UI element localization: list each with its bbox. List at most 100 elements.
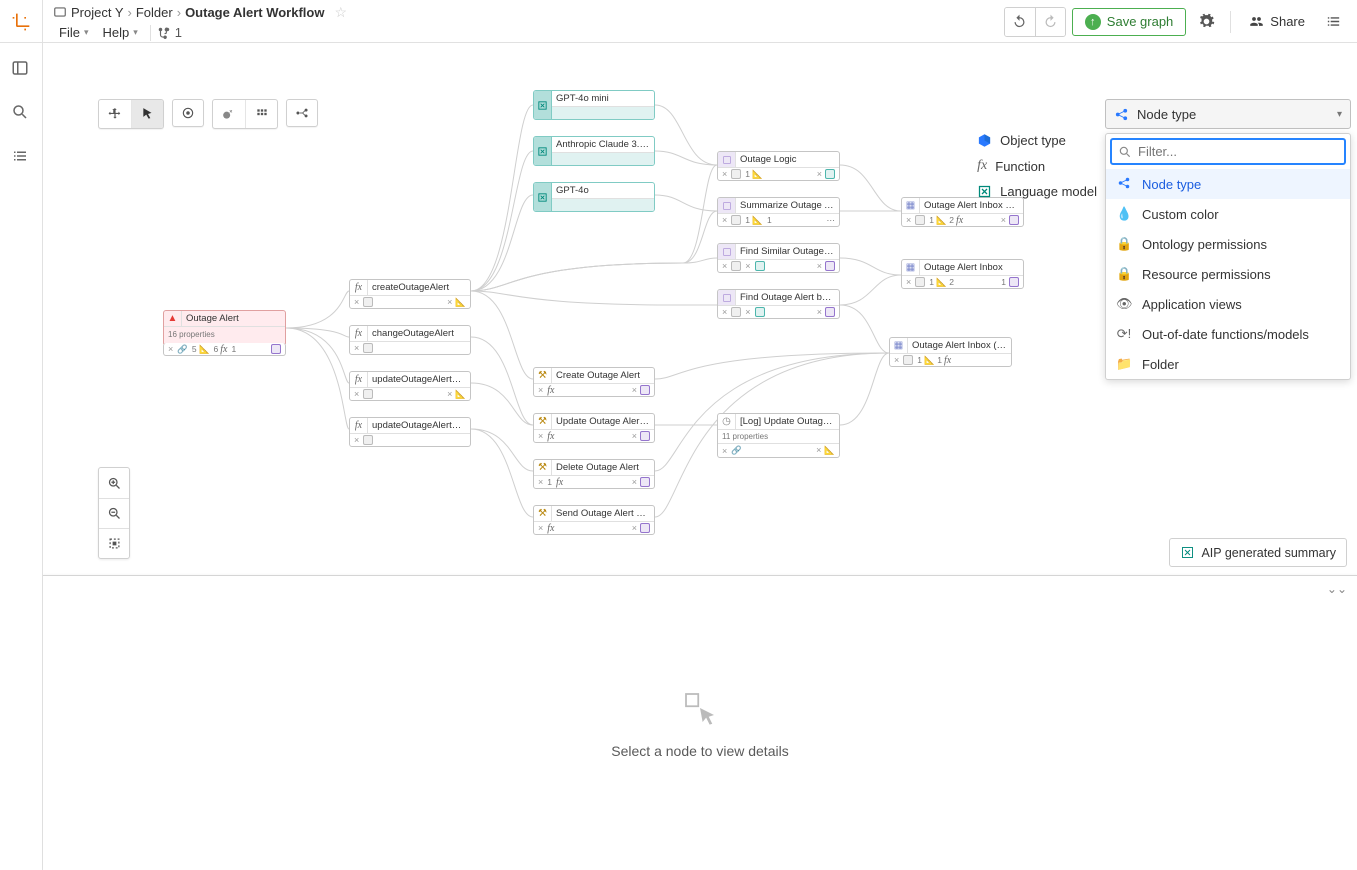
zoom-in-button[interactable]: [99, 468, 129, 498]
folder-icon: 📁: [1116, 356, 1132, 372]
option-node-type[interactable]: Node type: [1106, 169, 1350, 199]
zoom-fit-button[interactable]: [99, 528, 129, 558]
node-create-action[interactable]: ⚒Create Outage Alert ×fx×: [533, 367, 655, 397]
node-summarize[interactable]: Summarize Outage Alert Incid… ×1 📐1 ⋯: [717, 197, 840, 227]
zoom-in-icon: [107, 476, 122, 491]
legend-object-type: Object type: [977, 133, 1097, 148]
svg-text:✕: ✕: [229, 109, 233, 114]
panel-icon[interactable]: [11, 59, 31, 79]
upload-icon: ↑: [1085, 14, 1101, 30]
option-resource-permissions[interactable]: 🔒Resource permissions: [1106, 259, 1350, 289]
eye-icon: 👁: [1116, 296, 1132, 312]
cursor-icon: [141, 107, 155, 121]
undo-button[interactable]: [1005, 8, 1035, 36]
project-icon: [53, 5, 67, 19]
node-change-outage-alert[interactable]: fxchangeOutageAlert ×: [349, 325, 471, 355]
node-gpt4o-mini[interactable]: GPT-4o mini: [533, 90, 655, 120]
option-ontology-permissions[interactable]: 🔒Ontology permissions: [1106, 229, 1350, 259]
tool-select[interactable]: [131, 100, 163, 128]
option-folder[interactable]: 📁Folder: [1106, 349, 1350, 379]
node-log-update[interactable]: ◷[Log] Update Outage Alert Cate… 11 prop…: [717, 413, 840, 458]
llm-icon: [534, 91, 552, 119]
warning-icon: ▲: [164, 311, 182, 326]
save-graph-button[interactable]: ↑ Save graph: [1072, 8, 1187, 36]
node-gpt4o[interactable]: GPT-4o: [533, 182, 655, 212]
node-delete-action[interactable]: ⚒Delete Outage Alert ×1fx×: [533, 459, 655, 489]
node-send-notif[interactable]: ⚒Send Outage Alert Notificatio… ×fx×: [533, 505, 655, 535]
list-button[interactable]: [1319, 8, 1347, 36]
gear-icon: [1198, 13, 1215, 30]
layers-icon[interactable]: [11, 147, 31, 167]
clock-icon: ◷: [718, 414, 736, 429]
tool-flow[interactable]: [286, 99, 318, 127]
node-find-similar[interactable]: Find Similar Outage Alerts ×××: [717, 243, 840, 273]
node-stats: ×🔗5 📐6 fx1: [163, 343, 286, 356]
node-inbox-copy[interactable]: ▦Outage Alert Inbox (Copy) ×1 📐 1 fx: [889, 337, 1012, 367]
aip-summary-button[interactable]: AIP generated summary: [1169, 538, 1347, 567]
menu-file[interactable]: File▾: [53, 23, 94, 42]
graph-canvas[interactable]: ▲Outage Alert 16 properties ×🔗5 📐6 fx1 f…: [43, 43, 1357, 575]
node-type-icon: [1114, 107, 1129, 122]
table-icon: ▦: [902, 198, 920, 213]
target-icon: [181, 106, 195, 120]
node-claude[interactable]: Anthropic Claude 3.5 Sonnet: [533, 136, 655, 166]
llm-icon: [534, 183, 552, 211]
menu-help[interactable]: Help▾: [96, 23, 143, 42]
list-icon: [1325, 13, 1342, 30]
node-outage-logic[interactable]: Outage Logic ×1 📐×: [717, 151, 840, 181]
legend-function: fxFunction: [977, 158, 1097, 174]
star-icon[interactable]: ☆: [334, 4, 347, 21]
details-panel: ⌄⌄ Select a node to view details: [43, 575, 1357, 870]
option-application-views[interactable]: 👁Application views: [1106, 289, 1350, 319]
node-update-category[interactable]: fxupdateOutageAlertCategory ××📐: [349, 371, 471, 401]
settings-button[interactable]: [1192, 8, 1220, 36]
node-inbox-logic[interactable]: ▦Outage Alert Inbox with Logic ×1 📐 2 fx…: [901, 197, 1024, 227]
app-logo[interactable]: [0, 0, 43, 43]
sweep-icon: ✕: [222, 107, 236, 121]
compute-icon: [718, 290, 736, 305]
fx-icon: fx: [977, 158, 987, 174]
redo-button[interactable]: [1035, 8, 1065, 36]
crop-icon: [11, 12, 31, 32]
llm-icon: [977, 184, 992, 199]
tool-pan[interactable]: [99, 100, 131, 128]
redo-icon: [1043, 14, 1058, 29]
node-update-notification[interactable]: fxupdateOutageAlertNotificatio… ×: [349, 417, 471, 447]
table-icon: ▦: [890, 338, 908, 353]
select-node-icon: [679, 687, 721, 729]
tool-grid[interactable]: [245, 100, 277, 128]
share-button[interactable]: Share: [1241, 14, 1313, 29]
option-out-of-date[interactable]: ⟳!Out-of-date functions/models: [1106, 319, 1350, 349]
branch-icon: [157, 26, 171, 40]
move-icon: [108, 107, 122, 121]
legend-language-model: Language model: [977, 184, 1097, 199]
zoom-out-button[interactable]: [99, 498, 129, 528]
node-type-menu: Node type 💧Custom color 🔒Ontology permis…: [1105, 133, 1351, 380]
compute-icon: [718, 152, 736, 167]
collapse-button[interactable]: ⌄⌄: [1327, 582, 1347, 596]
fx-icon: fx: [350, 280, 368, 295]
filter-input[interactable]: [1138, 144, 1338, 159]
filter-input-wrap[interactable]: [1110, 138, 1346, 165]
cube-icon: [977, 133, 992, 148]
node-find-by-de[interactable]: Find Outage Alert based on de… ×××: [717, 289, 840, 319]
tool-clean[interactable]: ✕: [213, 100, 245, 128]
node-update-cat-action[interactable]: ⚒Update Outage Alert Category ×fx×: [533, 413, 655, 443]
people-icon: [1249, 14, 1264, 29]
node-outage-alert[interactable]: ▲Outage Alert 16 properties: [163, 310, 286, 346]
gavel-icon: ⚒: [534, 506, 552, 521]
option-custom-color[interactable]: 💧Custom color: [1106, 199, 1350, 229]
chevron-down-icon: ▾: [84, 27, 89, 38]
breadcrumb-project[interactable]: Project Y: [71, 5, 124, 20]
tool-target[interactable]: [172, 99, 204, 127]
gavel-icon: ⚒: [534, 460, 552, 475]
gavel-icon: ⚒: [534, 368, 552, 383]
search-icon[interactable]: [11, 103, 31, 123]
branch-count[interactable]: 1: [157, 25, 182, 40]
sparkle-icon: [1180, 545, 1195, 560]
details-empty-text: Select a node to view details: [611, 743, 788, 759]
node-inbox[interactable]: ▦Outage Alert Inbox ×1 📐 21: [901, 259, 1024, 289]
node-create-outage-alert[interactable]: fxcreateOutageAlert ××📐: [349, 279, 471, 309]
node-type-selector[interactable]: Node type ▾: [1105, 99, 1351, 129]
breadcrumb-folder[interactable]: Folder: [136, 5, 173, 20]
